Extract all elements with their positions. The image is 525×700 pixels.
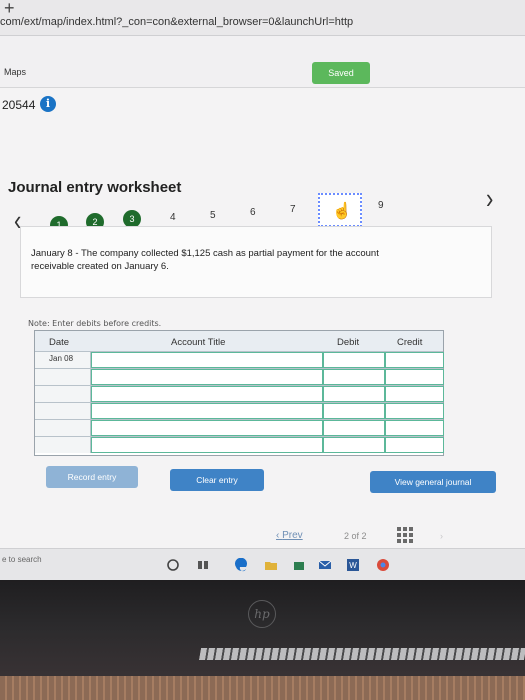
date-cell	[35, 403, 91, 419]
account-title-input[interactable]	[91, 420, 323, 436]
date-cell	[35, 437, 91, 453]
mail-icon[interactable]	[318, 558, 332, 572]
journal-table: Date Account Title Debit Credit Jan 08	[34, 330, 444, 456]
view-general-journal-button[interactable]: View general journal	[370, 471, 496, 493]
store-icon[interactable]	[292, 558, 306, 572]
step-7[interactable]: 7	[290, 204, 296, 215]
credit-input[interactable]	[385, 369, 444, 385]
step-8-current[interactable]: ☝	[318, 193, 362, 227]
page-indicator: 2 of 2	[344, 531, 367, 541]
info-icon[interactable]: i	[40, 96, 56, 112]
browser-url-bar[interactable]: + com/ext/map/index.html?_con=con&extern…	[0, 0, 525, 36]
date-cell	[35, 386, 91, 402]
step-4[interactable]: 4	[170, 212, 176, 223]
hand-pointer-icon: ☝	[332, 203, 352, 220]
keyboard-edge	[0, 676, 525, 700]
date-cell	[35, 420, 91, 436]
clear-entry-button[interactable]: Clear entry	[170, 469, 264, 491]
table-row	[35, 368, 444, 385]
task-view-icon[interactable]	[196, 558, 210, 572]
prev-page-link[interactable]: ‹ Prev	[276, 530, 303, 541]
transaction-description-box: January 8 - The company collected $1,125…	[20, 226, 492, 298]
credit-input[interactable]	[385, 437, 444, 453]
date-cell: Jan 08	[35, 352, 91, 368]
next-step-chevron-icon[interactable]: ›	[486, 182, 493, 216]
file-explorer-icon[interactable]	[264, 558, 278, 572]
debit-input[interactable]	[323, 403, 385, 419]
record-entry-button[interactable]: Record entry	[46, 466, 138, 488]
credit-input[interactable]	[385, 386, 444, 402]
step-5[interactable]: 5	[210, 210, 216, 221]
table-row	[35, 402, 444, 419]
account-title-input[interactable]	[91, 386, 323, 402]
date-column-header: Date	[49, 337, 70, 348]
account-title-input[interactable]	[91, 369, 323, 385]
account-title-input[interactable]	[91, 437, 323, 453]
table-row: Jan 08	[35, 351, 444, 368]
chrome-icon[interactable]	[376, 558, 390, 572]
credit-column-header: Credit	[397, 337, 423, 348]
keyboard-vent	[198, 648, 525, 660]
debit-input[interactable]	[323, 386, 385, 402]
table-row	[35, 419, 444, 436]
account-title-input[interactable]	[91, 352, 323, 368]
saved-status-badge: Saved	[312, 62, 370, 84]
table-row	[35, 436, 444, 453]
worksheet-title: Journal entry worksheet	[8, 179, 182, 196]
debit-column-header: Debit	[337, 337, 360, 348]
credit-input[interactable]	[385, 403, 444, 419]
maps-tab[interactable]: Maps	[4, 67, 26, 77]
cortana-circle-icon[interactable]	[166, 558, 180, 572]
screen: + com/ext/map/index.html?_con=con&extern…	[0, 0, 525, 580]
credit-input[interactable]	[385, 352, 444, 368]
edge-browser-icon[interactable]	[234, 558, 248, 572]
taskbar: e to search W	[0, 548, 525, 580]
step-9[interactable]: 9	[378, 200, 384, 211]
credit-input[interactable]	[385, 420, 444, 436]
app-header: Maps	[0, 36, 525, 88]
date-cell	[35, 369, 91, 385]
debit-input[interactable]	[323, 369, 385, 385]
prev-label: Prev	[282, 530, 303, 541]
debit-input[interactable]	[323, 437, 385, 453]
word-icon[interactable]: W	[346, 558, 360, 572]
account-title-input[interactable]	[91, 403, 323, 419]
taskbar-search[interactable]: e to search	[2, 555, 42, 564]
table-row	[35, 385, 444, 402]
journal-header-row: Date Account Title Debit Credit	[35, 331, 443, 351]
debit-input[interactable]	[323, 352, 385, 368]
hp-logo: hp	[248, 600, 276, 628]
transaction-description: January 8 - The company collected $1,125…	[31, 248, 379, 272]
assignment-id: 20544	[2, 98, 36, 112]
grid-icon[interactable]	[397, 527, 413, 543]
debit-credit-note: Note: Enter debits before credits.	[28, 319, 162, 328]
debit-input[interactable]	[323, 420, 385, 436]
account-title-column-header: Account Title	[171, 337, 226, 348]
step-6[interactable]: 6	[250, 207, 256, 218]
next-page-chevron-icon[interactable]: ›	[440, 531, 443, 541]
url-text[interactable]: com/ext/map/index.html?_con=con&external…	[0, 16, 353, 28]
svg-text:W: W	[349, 561, 357, 570]
